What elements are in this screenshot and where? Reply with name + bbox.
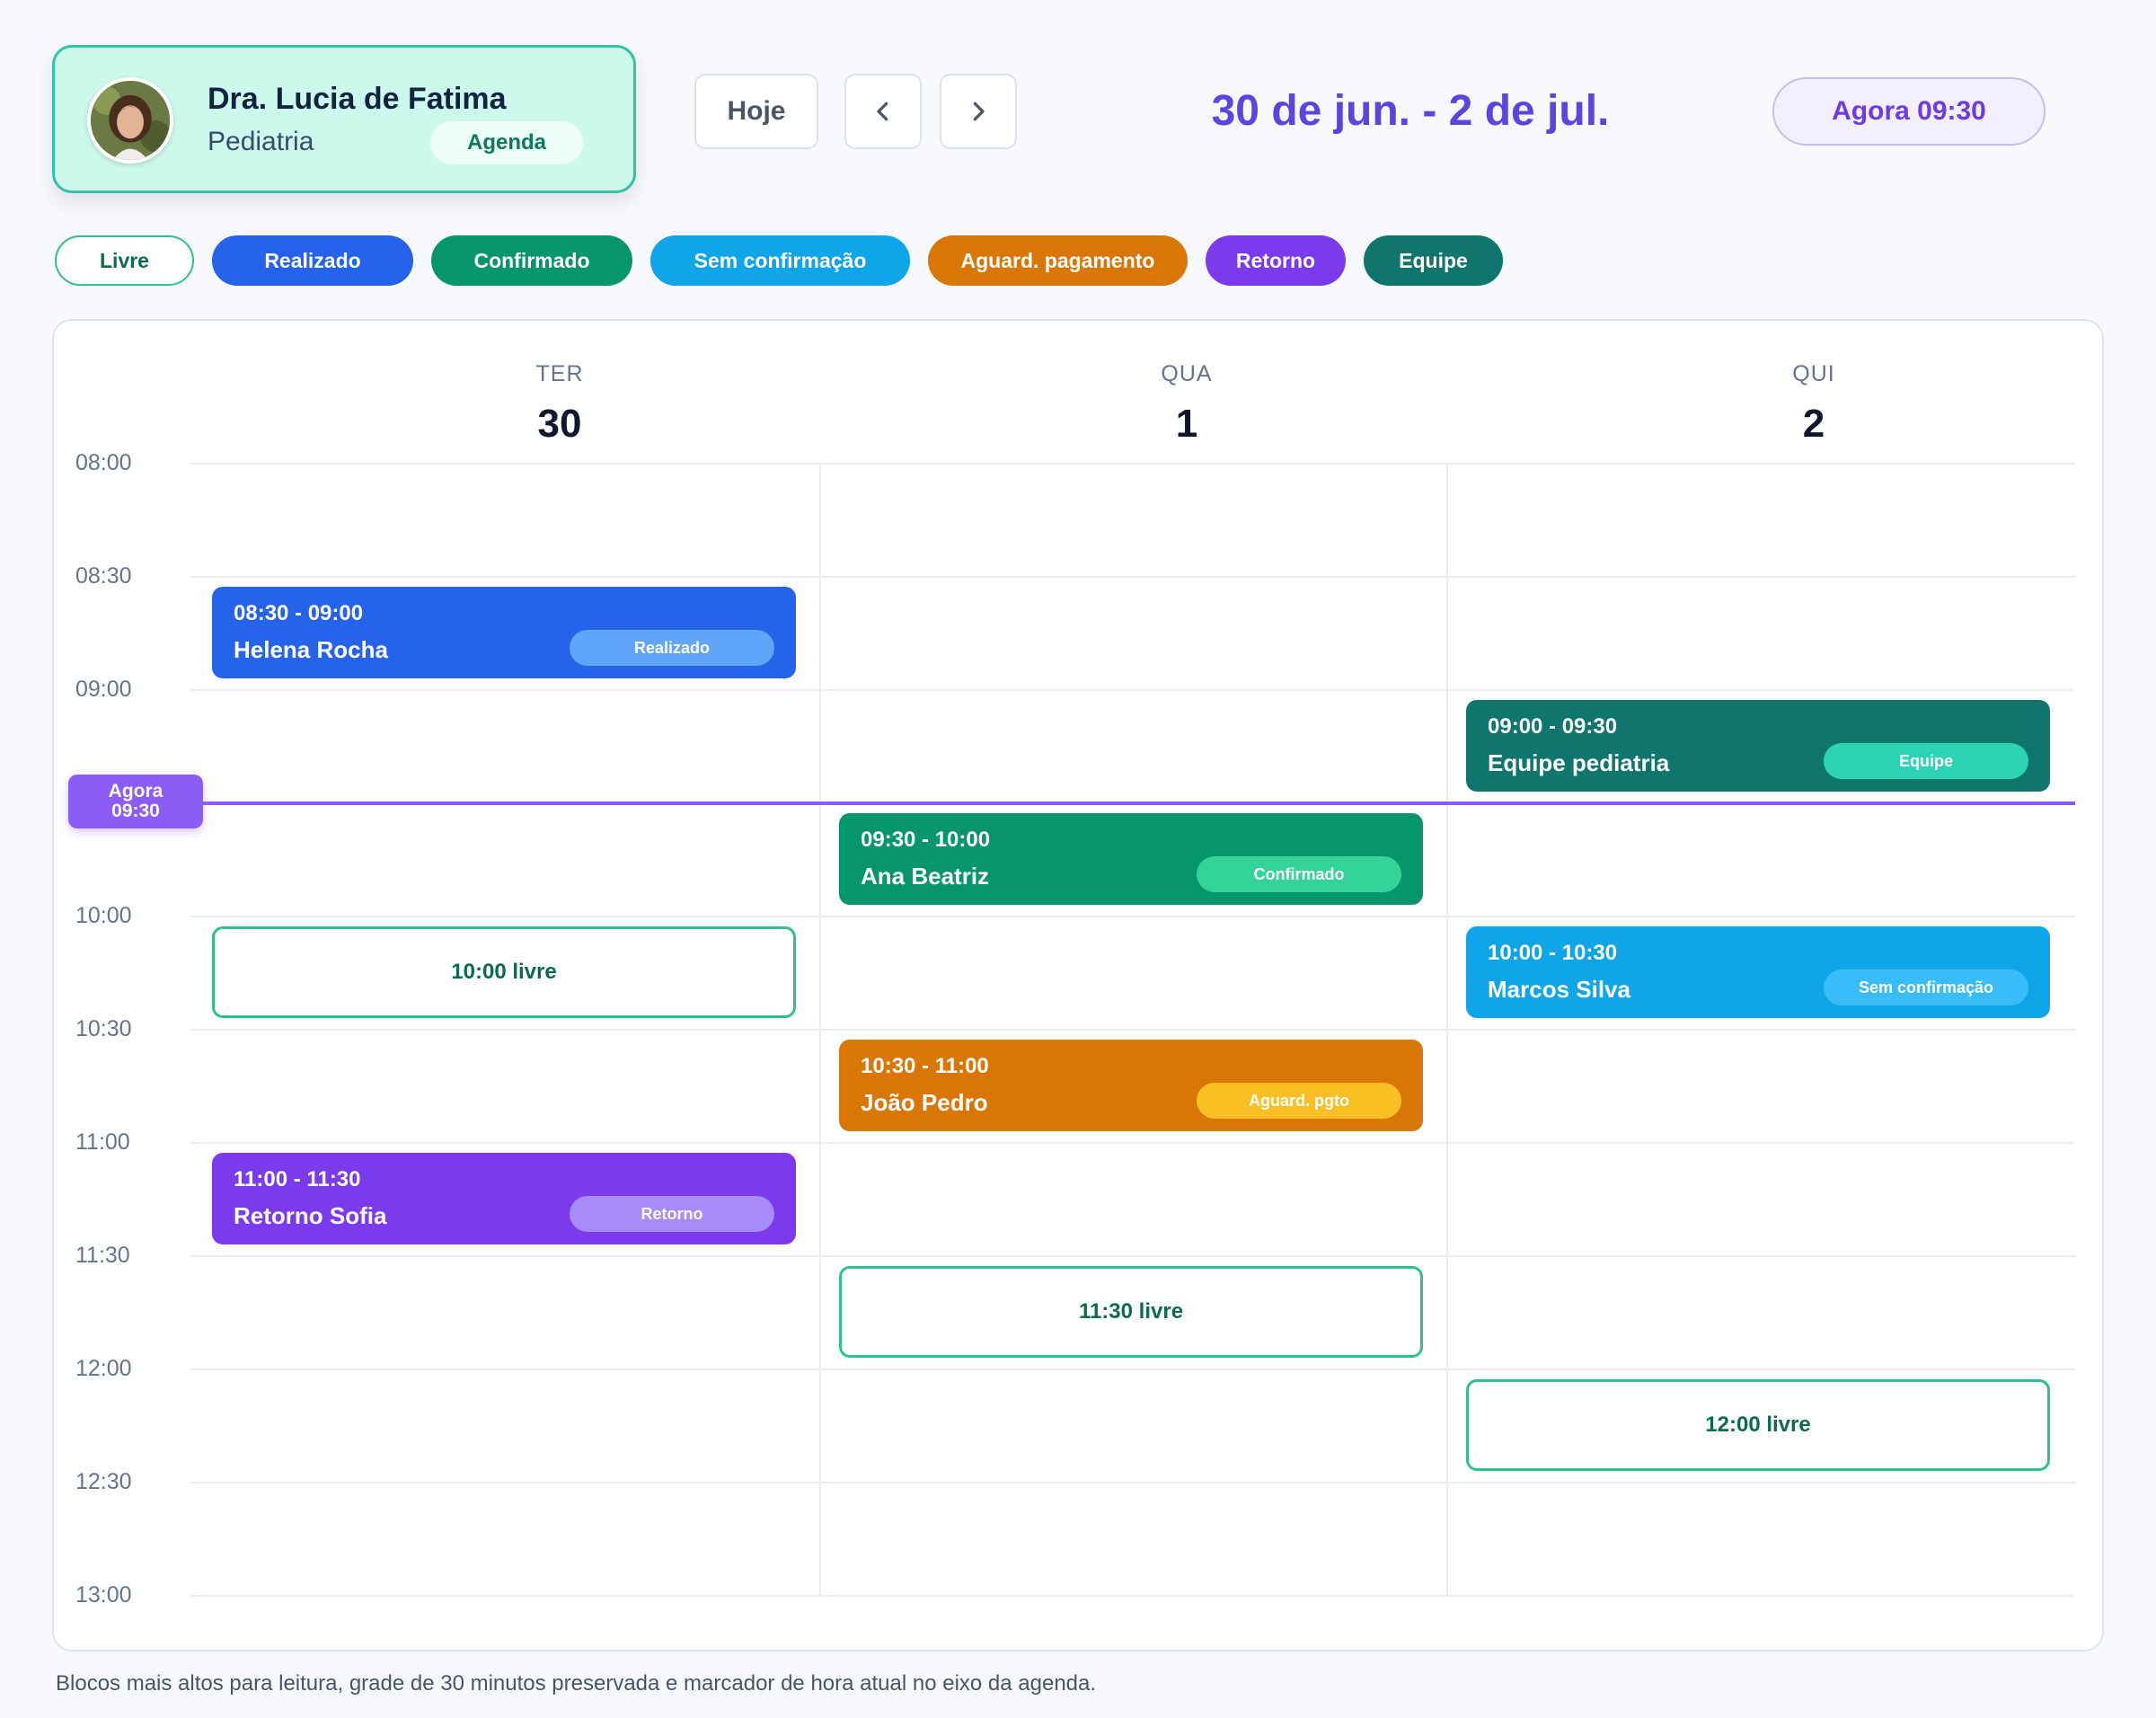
legend-retorno[interactable]: Retorno	[1206, 235, 1346, 286]
time-label: 11:00	[75, 1129, 130, 1155]
now-button[interactable]: Agora 09:30	[1772, 77, 2046, 146]
grid-line	[190, 1029, 2075, 1031]
appointment-status-badge: Realizado	[570, 630, 774, 666]
time-label: 10:00	[75, 903, 132, 928]
grid-line	[190, 1595, 2075, 1597]
free-slot[interactable]: 11:30 livre	[839, 1266, 1423, 1358]
appointment-block[interactable]: 09:00 - 09:30 Equipe pediatria Equipe	[1466, 700, 2050, 792]
grid-line	[190, 1368, 2075, 1370]
doctor-name: Dra. Lucia de Fatima	[208, 82, 507, 116]
appointment-name: Helena Rocha	[234, 636, 388, 663]
doctor-card[interactable]: Dra. Lucia de Fatima Pediatria Agenda	[52, 45, 636, 193]
time-label: 12:00	[75, 1356, 132, 1381]
legend-confirmado[interactable]: Confirmado	[431, 235, 632, 286]
day-name: QUI	[1792, 361, 1835, 386]
appointment-time: 10:00 - 10:30	[1488, 941, 1618, 965]
doctor-specialty: Pediatria	[208, 127, 314, 156]
day-name: QUA	[1161, 361, 1213, 386]
appointment-time: 11:00 - 11:30	[234, 1167, 361, 1191]
day-number: 1	[1175, 402, 1198, 446]
grid-line	[190, 576, 2075, 578]
legend-aguard-pagamento[interactable]: Aguard. pagamento	[928, 235, 1188, 286]
day-header-ter[interactable]: TER 30	[246, 361, 873, 447]
calendar-grid: TER 30 QUA 1 QUI 2 08:00 08:30 09:00 10:00 1…	[52, 319, 2104, 1652]
time-label: 13:00	[75, 1582, 132, 1607]
legend-livre[interactable]: Livre	[55, 235, 194, 286]
legend-equipe[interactable]: Equipe	[1364, 235, 1503, 286]
prev-button[interactable]	[844, 74, 922, 149]
day-name: TER	[535, 361, 584, 386]
appointment-time: 10:30 - 11:00	[861, 1054, 989, 1078]
time-label: 10:30	[75, 1016, 132, 1041]
avatar-photo-icon	[91, 81, 170, 160]
appointment-status-badge: Sem confirmação	[1824, 970, 2028, 1005]
time-label: 08:30	[75, 563, 132, 589]
time-label: 12:30	[75, 1469, 132, 1494]
grid-line	[190, 1482, 2075, 1483]
day-number: 2	[1802, 402, 1825, 446]
chevron-left-icon	[877, 102, 888, 121]
legend-sem-confirmacao[interactable]: Sem confirmação	[650, 235, 910, 286]
appointment-name: Retorno Sofia	[234, 1202, 387, 1229]
today-button[interactable]: Hoje	[694, 74, 818, 149]
appointment-block[interactable]: 09:30 - 10:00 Ana Beatriz Confirmado	[839, 813, 1423, 905]
appointment-name: Marcos Silva	[1488, 976, 1630, 1003]
grid-line	[190, 916, 2075, 917]
appointment-block[interactable]: 11:00 - 11:30 Retorno Sofia Retorno	[212, 1153, 796, 1244]
appointment-block[interactable]: 10:30 - 11:00 João Pedro Aguard. pgto	[839, 1040, 1423, 1131]
time-label: 11:30	[75, 1243, 130, 1268]
day-header-qua[interactable]: QUA 1	[873, 361, 1500, 447]
free-slot[interactable]: 12:00 livre	[1466, 1379, 2050, 1471]
doctor-avatar	[87, 77, 173, 164]
grid-line	[190, 689, 2075, 691]
appointment-block[interactable]: 10:00 - 10:30 Marcos Silva Sem confirmação	[1466, 926, 2050, 1018]
date-range-title: 30 de jun. - 2 de jul.	[1211, 87, 1610, 135]
appointment-name: Ana Beatriz	[861, 863, 990, 890]
footer-caption: Blocos mais altos para leitura, grade de…	[56, 1671, 1097, 1696]
appointment-time: 08:30 - 09:00	[234, 601, 364, 625]
appointment-time: 09:30 - 10:00	[861, 828, 991, 852]
now-badge-time: 09:30	[111, 801, 160, 821]
time-label: 09:00	[75, 677, 132, 702]
grid-line	[190, 1142, 2075, 1144]
free-slot[interactable]: 10:00 livre	[212, 926, 796, 1018]
grid-line	[190, 1255, 2075, 1257]
now-indicator-line	[190, 801, 2075, 805]
grid-line	[190, 463, 2075, 465]
chevron-right-icon	[973, 102, 985, 121]
appointment-block[interactable]: 08:30 - 09:00 Helena Rocha Realizado	[212, 587, 796, 678]
legend-realizado[interactable]: Realizado	[212, 235, 413, 286]
time-label: 08:00	[75, 450, 132, 475]
next-button[interactable]	[940, 74, 1017, 149]
day-number: 30	[537, 402, 582, 446]
appointment-name: Equipe pediatria	[1488, 749, 1670, 776]
day-header-qui[interactable]: QUI 2	[1500, 361, 2127, 447]
appointment-status-badge: Aguard. pgto	[1197, 1083, 1401, 1119]
now-indicator-badge: Agora 09:30	[68, 775, 203, 828]
now-badge-label: Agora	[108, 781, 163, 801]
agenda-badge: Agenda	[430, 121, 583, 164]
appointment-name: João Pedro	[861, 1089, 988, 1116]
appointment-status-badge: Confirmado	[1197, 856, 1401, 892]
appointment-status-badge: Equipe	[1824, 743, 2028, 779]
appointment-status-badge: Retorno	[570, 1196, 774, 1232]
appointment-time: 09:00 - 09:30	[1488, 714, 1618, 739]
